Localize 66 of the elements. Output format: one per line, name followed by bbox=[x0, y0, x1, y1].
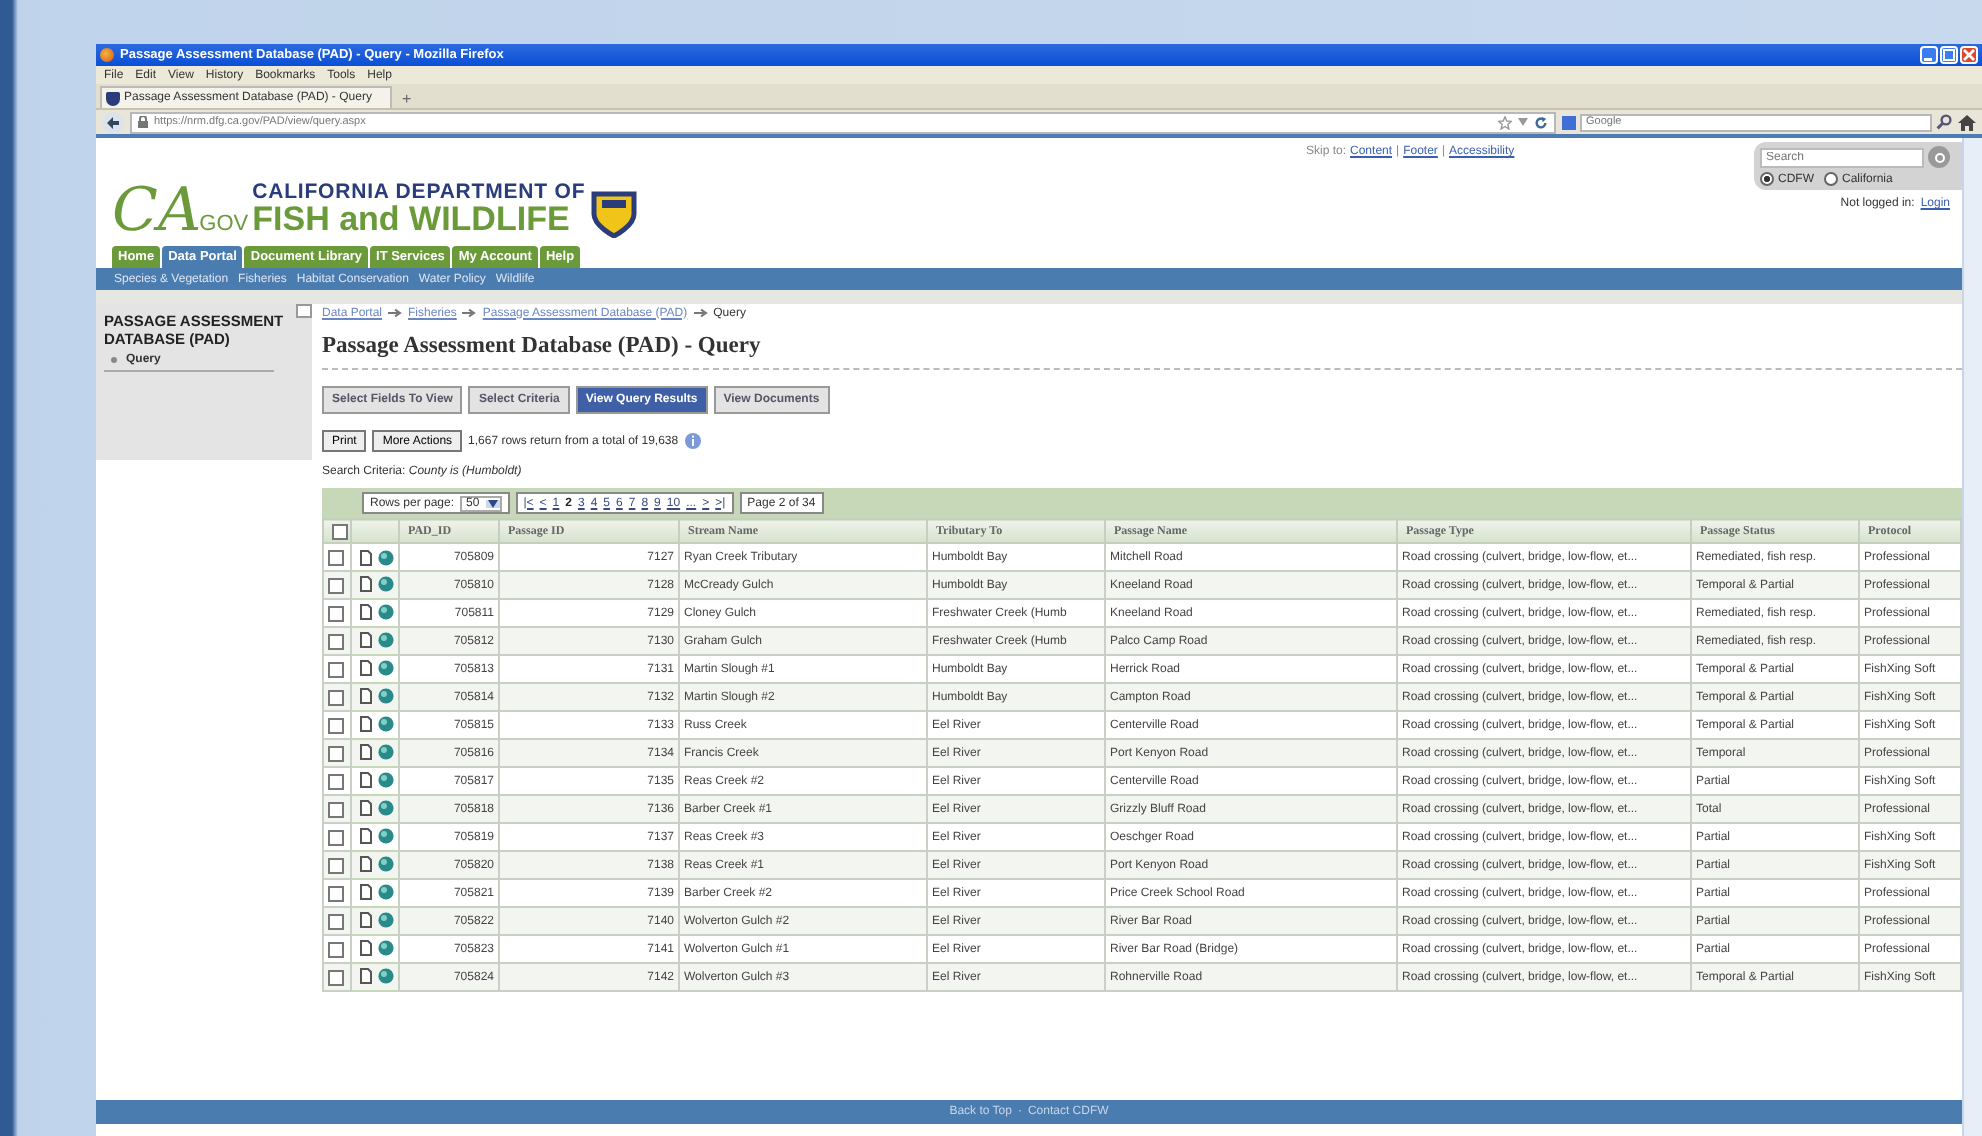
dropdown-icon[interactable] bbox=[1518, 118, 1528, 126]
close-button[interactable] bbox=[1960, 46, 1978, 64]
globe-icon[interactable] bbox=[378, 968, 394, 984]
search-icon[interactable] bbox=[1936, 114, 1952, 130]
minimize-button[interactable] bbox=[1920, 46, 1938, 64]
row-checkbox[interactable] bbox=[328, 745, 344, 761]
globe-icon[interactable] bbox=[378, 940, 394, 956]
row-checkbox[interactable] bbox=[328, 577, 344, 593]
globe-icon[interactable] bbox=[378, 549, 394, 565]
new-tab-button[interactable]: + bbox=[396, 90, 418, 108]
row-checkbox[interactable] bbox=[328, 885, 344, 901]
department-name: FISH and WILDLIFE bbox=[252, 202, 572, 236]
arrow-icon bbox=[693, 308, 708, 318]
info-icon[interactable] bbox=[684, 432, 703, 450]
shield-icon bbox=[589, 190, 638, 238]
back-icon[interactable] bbox=[102, 111, 124, 133]
reload-icon[interactable] bbox=[1534, 115, 1548, 129]
bullet-icon bbox=[110, 356, 118, 364]
maximize-button[interactable] bbox=[1940, 46, 1958, 64]
scope-radio[interactable] bbox=[1760, 172, 1774, 186]
globe-icon[interactable] bbox=[378, 884, 394, 900]
select-all-checkbox[interactable] bbox=[332, 523, 348, 539]
lock-icon bbox=[138, 116, 148, 128]
globe-icon[interactable] bbox=[378, 632, 394, 648]
globe-icon[interactable] bbox=[378, 800, 394, 816]
search-engine-icon bbox=[1562, 115, 1576, 129]
home-icon[interactable] bbox=[1958, 113, 1976, 131]
browser-logo-icon bbox=[100, 48, 114, 62]
row-checkbox[interactable] bbox=[328, 633, 344, 649]
shield-icon bbox=[106, 91, 120, 105]
globe-icon[interactable] bbox=[378, 688, 394, 704]
department-name: CALIFORNIA DEPARTMENT OF bbox=[252, 181, 586, 202]
row-checkbox[interactable] bbox=[328, 773, 344, 789]
globe-icon[interactable] bbox=[378, 604, 394, 620]
circle-icon bbox=[1933, 151, 1945, 163]
row-checkbox[interactable] bbox=[328, 801, 344, 817]
row-checkbox[interactable] bbox=[328, 941, 344, 957]
close-icon bbox=[1962, 48, 1976, 62]
globe-icon[interactable] bbox=[378, 912, 394, 928]
star-icon[interactable] bbox=[1498, 115, 1512, 129]
globe-icon[interactable] bbox=[378, 772, 394, 788]
collapse-icon[interactable] bbox=[296, 304, 312, 318]
row-checkbox[interactable] bbox=[328, 605, 344, 621]
arrow-icon bbox=[388, 308, 403, 318]
row-checkbox[interactable] bbox=[328, 717, 344, 733]
row-checkbox[interactable] bbox=[328, 549, 344, 565]
globe-icon[interactable] bbox=[378, 744, 394, 760]
row-checkbox[interactable] bbox=[328, 689, 344, 705]
row-checkbox[interactable] bbox=[328, 969, 344, 985]
globe-icon[interactable] bbox=[378, 828, 394, 844]
globe-icon[interactable] bbox=[378, 856, 394, 872]
logo-text: CA bbox=[112, 182, 202, 242]
row-checkbox[interactable] bbox=[328, 857, 344, 873]
caret-icon bbox=[487, 499, 498, 507]
row-checkbox[interactable] bbox=[328, 829, 344, 845]
maximize-icon bbox=[1942, 48, 1956, 62]
globe-icon[interactable] bbox=[378, 576, 394, 592]
globe-icon[interactable] bbox=[378, 660, 394, 676]
arrow-icon bbox=[462, 308, 477, 318]
row-checkbox[interactable] bbox=[328, 661, 344, 677]
search-go-button[interactable] bbox=[1928, 146, 1950, 168]
page-title: Passage Assessment Database (PAD) - Query bbox=[322, 334, 1962, 370]
row-checkbox[interactable] bbox=[328, 913, 344, 929]
scrollbar[interactable] bbox=[1962, 138, 1982, 1136]
globe-icon[interactable] bbox=[378, 716, 394, 732]
scope-radio[interactable] bbox=[1824, 172, 1838, 186]
